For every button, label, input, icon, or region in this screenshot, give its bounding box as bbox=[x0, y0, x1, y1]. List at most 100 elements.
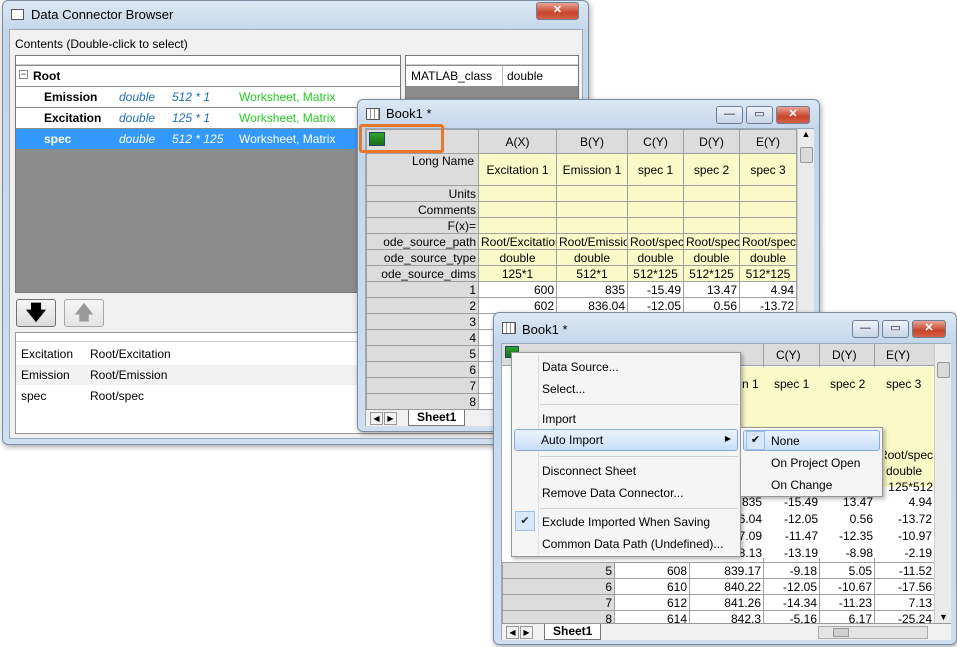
menu-auto-import[interactable]: Auto Import ▶ bbox=[514, 429, 738, 451]
row-label[interactable]: F(x)= bbox=[366, 217, 479, 234]
tab-scroll-right-icon[interactable]: ▶ bbox=[384, 412, 397, 425]
browser-title: Data Connector Browser bbox=[31, 7, 174, 22]
tree-spec-name: spec bbox=[44, 132, 72, 146]
arrow-down-icon: 🡇 bbox=[25, 302, 47, 324]
minimize-button[interactable]: — bbox=[852, 320, 879, 338]
row-number[interactable]: 5 bbox=[502, 562, 615, 579]
col-header-d[interactable]: D(Y) bbox=[832, 348, 857, 362]
menu-common-data-path[interactable]: Common Data Path (Undefined)... bbox=[542, 537, 723, 551]
tree-excitation-kind: Worksheet, Matrix bbox=[239, 111, 336, 125]
row-label[interactable]: Units bbox=[366, 185, 479, 202]
col-header-b[interactable]: B(Y) bbox=[556, 129, 628, 154]
row-number[interactable]: 4 bbox=[366, 329, 479, 346]
tree-row-root[interactable]: − Root bbox=[16, 66, 400, 86]
minimize-button[interactable]: — bbox=[716, 106, 743, 124]
row-label[interactable]: Comments bbox=[366, 201, 479, 218]
row-number[interactable]: 7 bbox=[502, 594, 615, 611]
prop-value: double bbox=[507, 69, 544, 83]
menu-exclude-imported[interactable]: Exclude Imported When Saving bbox=[542, 515, 710, 529]
menu-disconnect-sheet[interactable]: Disconnect Sheet bbox=[542, 464, 636, 478]
check-icon: ✔ bbox=[746, 431, 765, 450]
sheet-tab-bar: ◀ ▶ Sheet1 bbox=[502, 623, 951, 640]
row-number[interactable]: 6 bbox=[502, 578, 615, 595]
tree-emission-dims: 512 * 1 bbox=[172, 90, 211, 104]
tab-scroll-right-icon[interactable]: ▶ bbox=[520, 626, 533, 639]
row-number[interactable]: 8 bbox=[366, 393, 479, 410]
collapse-icon[interactable]: − bbox=[19, 70, 28, 79]
submenu-on-change[interactable]: On Change bbox=[771, 478, 832, 492]
menu-select[interactable]: Select... bbox=[542, 382, 585, 396]
tree-panel: − Root Emission double 512 * 1 Worksheet… bbox=[15, 55, 401, 293]
tree-row-spec[interactable]: spec double 512 * 125 Worksheet, Matrix bbox=[16, 129, 400, 149]
menu-import[interactable]: Import bbox=[542, 412, 576, 426]
col-header-c[interactable]: C(Y) bbox=[627, 129, 684, 154]
tree-spec-dims: 512 * 125 bbox=[172, 132, 224, 146]
long-name-c[interactable]: spec 1 bbox=[774, 377, 809, 391]
prop-key: MATLAB_class bbox=[411, 69, 493, 83]
workbook-icon bbox=[366, 108, 380, 120]
source-path-e[interactable]: Root/spec bbox=[885, 448, 933, 462]
tree-emission-type: double bbox=[119, 90, 156, 104]
row-number[interactable]: 3 bbox=[366, 313, 479, 330]
row-number[interactable]: 5 bbox=[366, 345, 479, 362]
tree-emission-kind: Worksheet, Matrix bbox=[239, 90, 336, 104]
long-name-d[interactable]: spec 2 bbox=[830, 377, 865, 391]
row-number[interactable]: 2 bbox=[366, 297, 479, 314]
row-label[interactable]: ode_source_dims bbox=[366, 265, 479, 282]
move-down-button[interactable]: 🡇 bbox=[16, 299, 56, 327]
row-label[interactable]: Long Name bbox=[366, 153, 479, 186]
col-header-a[interactable]: A(X) bbox=[478, 129, 557, 154]
row-number[interactable]: 6 bbox=[366, 361, 479, 378]
window-app-icon bbox=[11, 9, 24, 20]
tree-row-excitation[interactable]: Excitation double 125 * 1 Worksheet, Mat… bbox=[16, 108, 400, 128]
col-header-e[interactable]: E(Y) bbox=[739, 129, 797, 154]
check-icon: ✔ bbox=[515, 511, 535, 531]
row-label[interactable]: ode_source_path bbox=[366, 233, 479, 250]
book1-front-title: Book1 * bbox=[522, 322, 568, 337]
maximize-button[interactable]: ▭ bbox=[746, 106, 773, 124]
tree-excitation-type: double bbox=[119, 111, 156, 125]
vertical-scrollbar[interactable]: ▼ bbox=[934, 344, 951, 624]
tab-scroll-left-icon[interactable]: ◀ bbox=[506, 626, 519, 639]
col-header-e[interactable]: E(Y) bbox=[886, 348, 910, 362]
browser-close-button[interactable]: ✕ bbox=[536, 2, 579, 20]
tab-scroll-left-icon[interactable]: ◀ bbox=[370, 412, 383, 425]
row-number[interactable]: 7 bbox=[366, 377, 479, 394]
scrollbar-thumb[interactable] bbox=[937, 362, 950, 378]
arrow-up-icon: 🡅 bbox=[73, 302, 95, 324]
tree-emission-name: Emission bbox=[44, 90, 98, 104]
source-dims-e[interactable]: 512*125 bbox=[885, 480, 933, 494]
menu-data-source[interactable]: Data Source... bbox=[542, 360, 619, 374]
maximize-button[interactable]: ▭ bbox=[882, 320, 909, 338]
row-label[interactable]: ode_source_type bbox=[366, 249, 479, 266]
submenu-arrow-icon: ▶ bbox=[724, 434, 731, 443]
connector-icon-highlight bbox=[359, 124, 444, 153]
submenu-on-project-open[interactable]: On Project Open bbox=[771, 456, 860, 470]
tree-row-emission[interactable]: Emission double 512 * 1 Worksheet, Matri… bbox=[16, 87, 400, 107]
tree-excitation-dims: 125 * 1 bbox=[172, 111, 211, 125]
horizontal-scrollbar[interactable] bbox=[818, 626, 928, 639]
tree-spec-type: double bbox=[119, 132, 156, 146]
workbook-icon bbox=[502, 322, 516, 334]
hscroll-thumb[interactable] bbox=[833, 628, 849, 637]
col-header-d[interactable]: D(Y) bbox=[683, 129, 740, 154]
move-up-button[interactable]: 🡅 bbox=[64, 299, 104, 327]
book1-close-button[interactable]: ✕ bbox=[776, 106, 810, 124]
long-name-b[interactable]: n 1 bbox=[742, 377, 759, 391]
source-type-e[interactable]: double bbox=[886, 464, 922, 478]
book1-front-close-button[interactable]: ✕ bbox=[912, 320, 946, 338]
tab-sheet1[interactable]: Sheet1 bbox=[408, 410, 466, 426]
tree-root-label: Root bbox=[33, 69, 61, 83]
menu-remove-data-connector[interactable]: Remove Data Connector... bbox=[542, 486, 683, 500]
col-header-c[interactable]: C(Y) bbox=[776, 348, 801, 362]
tab-sheet1[interactable]: Sheet1 bbox=[544, 624, 602, 640]
row-number[interactable]: 1 bbox=[366, 281, 479, 298]
context-menu: Data Source... Select... Import Auto Imp… bbox=[511, 352, 741, 557]
book1-front-worksheet-rows: 5 608 839.17 -9.18 5.05 -11.52 6 610 840.22 -12.… bbox=[502, 562, 935, 627]
scrollbar-thumb[interactable] bbox=[800, 147, 813, 163]
long-name-e[interactable]: spec 3 bbox=[886, 377, 921, 391]
tree-spec-kind: Worksheet, Matrix bbox=[239, 132, 336, 146]
auto-import-submenu: ✔ None On Project Open On Change bbox=[740, 427, 883, 497]
submenu-none[interactable]: ✔ None bbox=[743, 430, 880, 451]
tree-excitation-name: Excitation bbox=[44, 111, 102, 125]
